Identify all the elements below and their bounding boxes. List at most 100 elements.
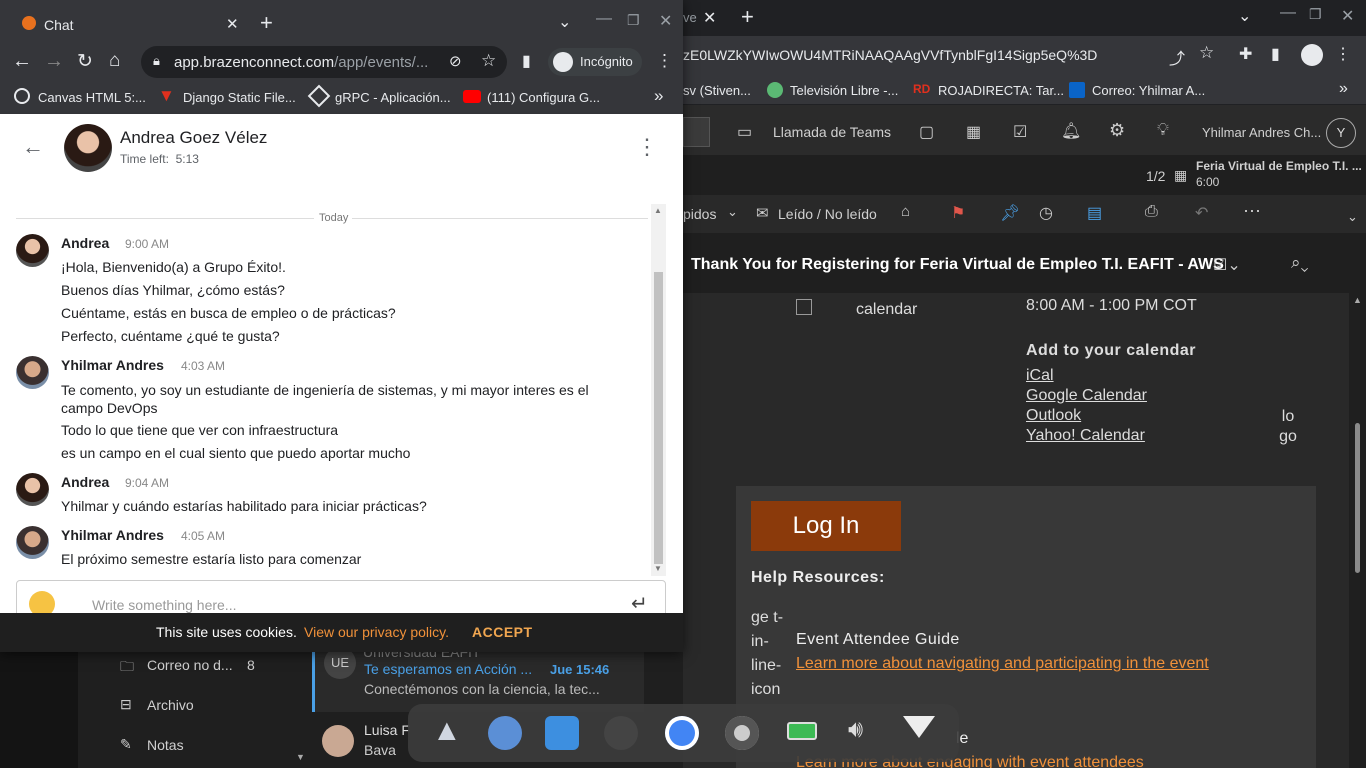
- back-new-tab-icon[interactable]: +: [741, 4, 754, 30]
- scroll-up-icon[interactable]: ▲: [1353, 295, 1362, 305]
- folder-junk[interactable]: Correo no d...: [147, 657, 233, 673]
- tracking-eye-off-icon[interactable]: ⊘: [449, 52, 462, 70]
- camera-app-icon[interactable]: [725, 716, 759, 750]
- extensions-icon[interactable]: ✚: [1239, 44, 1252, 64]
- bookmark-youtube[interactable]: (111) Configura G...: [487, 90, 600, 105]
- forward-arrow-icon[interactable]: →: [44, 50, 64, 73]
- move-icon[interactable]: ▤: [1087, 203, 1102, 223]
- incognito-badge[interactable]: Incógnito: [548, 48, 642, 76]
- chrome-menu-icon[interactable]: ⋮: [656, 51, 673, 71]
- launcher-icon[interactable]: ▲: [432, 714, 462, 748]
- bell-icon[interactable]: 🔔︎: [1061, 121, 1081, 141]
- back-url[interactable]: zE0LWZkYWIwOWU4MTRiNAAQAAgVVfTynblFgI14S…: [683, 47, 1097, 63]
- outlook-avatar[interactable]: Y: [1326, 118, 1356, 148]
- login-button[interactable]: Log In: [751, 501, 901, 551]
- mail-scrollbar[interactable]: ▲: [1349, 293, 1366, 768]
- files-app-icon[interactable]: [545, 716, 579, 750]
- read-unread-button[interactable]: Leído / No leído: [778, 206, 877, 222]
- back-menu-icon[interactable]: ⋮: [1335, 44, 1351, 64]
- back-close-icon[interactable]: ✕: [1341, 6, 1354, 26]
- yahoo-calendar-link[interactable]: Yahoo! Calendar: [1026, 427, 1145, 445]
- bookmark-canvas[interactable]: Canvas HTML 5:...: [38, 90, 146, 105]
- battery-icon[interactable]: [787, 722, 817, 740]
- back-tab-search-icon[interactable]: ⌄: [1238, 6, 1251, 26]
- minimize-icon[interactable]: —: [596, 10, 612, 28]
- composer-placeholder[interactable]: Write something here...: [92, 597, 236, 613]
- outlook-search-box[interactable]: [683, 117, 710, 147]
- bookmark-grpc[interactable]: gRPC - Aplicación...: [335, 90, 451, 105]
- maximize-icon[interactable]: ❐: [627, 12, 640, 29]
- url-text[interactable]: app.brazenconnect.com/app/events/...: [174, 54, 428, 71]
- terminal-app-icon[interactable]: [604, 716, 638, 750]
- chat-scroll-down-icon[interactable]: ▼: [654, 564, 662, 573]
- back-button-icon[interactable]: ←: [22, 134, 44, 160]
- chevron-down-icon[interactable]: ⌄: [727, 204, 738, 220]
- bookmarks-more-icon[interactable]: »: [654, 86, 663, 106]
- tab-close-icon[interactable]: ✕: [226, 15, 239, 33]
- side-panel-icon[interactable]: ▮: [1271, 44, 1280, 64]
- office-icon[interactable]: ▦: [966, 122, 981, 142]
- accept-cookies-button[interactable]: ACCEPT: [472, 624, 533, 640]
- chrome-app-icon[interactable]: [665, 716, 699, 750]
- folder-archive[interactable]: Archivo: [147, 697, 194, 713]
- calendar-check-icon[interactable]: ☑: [1013, 122, 1027, 142]
- settings-gear-icon[interactable]: ⚙: [1109, 120, 1125, 141]
- back-tab-close-icon[interactable]: ✕: [703, 8, 716, 28]
- home-icon[interactable]: ⌂: [109, 50, 120, 72]
- folder-notes[interactable]: Notas: [147, 737, 184, 753]
- ribbon-expand-icon[interactable]: ⌄: [1347, 209, 1358, 225]
- wifi-icon[interactable]: [903, 716, 935, 738]
- new-tab-icon[interactable]: +: [260, 10, 273, 36]
- more-actions-icon[interactable]: ⋯: [1243, 201, 1261, 222]
- tag-icon[interactable]: ⌂: [901, 203, 910, 220]
- back-bookmark-3[interactable]: ROJADIRECTA: Tar...: [938, 83, 1064, 98]
- chat-scroll-thumb[interactable]: [654, 272, 663, 564]
- chat-scrollbar[interactable]: ▲ ▼: [651, 204, 666, 576]
- reminder-title[interactable]: Feria Virtual de Empleo T.I. ...: [1196, 159, 1362, 173]
- mail-scroll-thumb[interactable]: [1355, 423, 1360, 573]
- outlook-user-name[interactable]: Yhilmar Andres Ch...: [1202, 125, 1321, 140]
- lock-icon[interactable]: 🔒︎: [153, 53, 160, 69]
- back-bookmark-4[interactable]: Correo: Yhilmar A...: [1092, 83, 1205, 98]
- snooze-clock-icon[interactable]: ◷: [1039, 203, 1053, 223]
- chat-more-icon[interactable]: ⋮: [636, 134, 658, 160]
- back-bookmarks-more-icon[interactable]: »: [1339, 80, 1348, 98]
- quick-steps-button[interactable]: pidos: [683, 206, 716, 222]
- back-tab-title[interactable]: ve: [683, 10, 697, 25]
- pin-icon[interactable]: 📌︎: [1000, 203, 1020, 223]
- profile-icon[interactable]: [1301, 44, 1323, 66]
- volume-icon[interactable]: 🔊︎: [848, 716, 863, 744]
- outlook-calendar-link[interactable]: Outlook: [1026, 407, 1081, 425]
- undo-icon[interactable]: ↶: [1195, 203, 1208, 223]
- side-panel-toggle-icon[interactable]: ▮: [522, 51, 531, 71]
- share-icon[interactable]: ⤴: [1169, 45, 1185, 69]
- chat-scroll-up-icon[interactable]: ▲: [654, 206, 662, 215]
- folder-scroll-down-icon[interactable]: ▼: [296, 752, 305, 762]
- flag-icon[interactable]: ⚑: [951, 203, 965, 223]
- back-bookmark-2[interactable]: Televisión Libre -...: [790, 83, 898, 98]
- tab-chat[interactable]: Chat ✕: [8, 6, 246, 44]
- toggle-app-icon[interactable]: [488, 716, 522, 750]
- ical-link[interactable]: iCal: [1026, 367, 1054, 385]
- lightbulb-icon[interactable]: 💡︎: [1157, 120, 1169, 140]
- privacy-policy-link[interactable]: View our privacy policy.: [304, 624, 449, 640]
- tab-search-icon[interactable]: ⌄: [558, 12, 571, 32]
- back-maximize-icon[interactable]: ❐: [1309, 6, 1322, 23]
- bookmark-django[interactable]: Django Static File...: [183, 90, 296, 105]
- google-calendar-link[interactable]: Google Calendar: [1026, 387, 1147, 405]
- address-bar[interactable]: 🔒︎ app.brazenconnect.com/app/events/... …: [141, 46, 507, 78]
- back-minimize-icon[interactable]: —: [1280, 4, 1296, 22]
- zoom-icon[interactable]: ⌕⌄: [1291, 253, 1309, 273]
- mail-list-item[interactable]: Universidad EAFIT UE Te esperamos en Acc…: [312, 644, 644, 712]
- print-icon[interactable]: ⎙: [1145, 203, 1158, 221]
- close-window-icon[interactable]: ✕: [659, 11, 672, 31]
- back-arrow-icon[interactable]: ←: [12, 50, 32, 73]
- back-bookmark-1[interactable]: sv (Stiven...: [683, 83, 751, 98]
- reload-icon[interactable]: ↻: [77, 50, 93, 73]
- back-star-icon[interactable]: ☆: [1199, 43, 1214, 63]
- chat-icon[interactable]: ▢: [919, 122, 934, 142]
- teams-call-button[interactable]: Llamada de Teams: [773, 124, 891, 140]
- guide-link[interactable]: Learn more about navigating and particip…: [796, 655, 1209, 673]
- bookmark-star-icon[interactable]: ☆: [481, 51, 496, 71]
- category-icon[interactable]: ☑⌄: [1213, 255, 1241, 275]
